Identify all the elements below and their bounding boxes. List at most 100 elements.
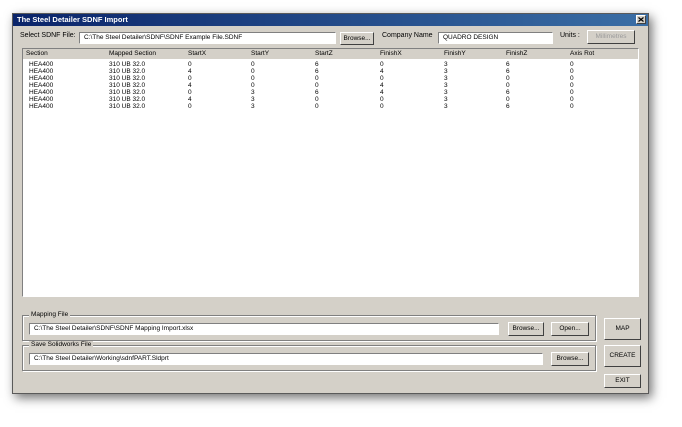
cell-axis-rot: 0 <box>570 75 574 82</box>
table-row[interactable]: HEA400 310 UB 32.0 4 3 0 0 3 0 0 <box>23 96 638 103</box>
table-row[interactable]: HEA400 310 UB 32.0 4 0 6 4 3 6 0 <box>23 68 638 75</box>
units-button[interactable]: Millimetres <box>587 30 635 44</box>
column-header[interactable]: FinishY <box>444 50 466 57</box>
table-row[interactable]: HEA400 310 UB 32.0 0 0 0 0 3 0 0 <box>23 75 638 82</box>
cell-section: HEA400 <box>29 89 54 96</box>
cell-start-z: 6 <box>315 68 319 75</box>
exit-button[interactable]: EXIT <box>604 374 641 388</box>
cell-section: HEA400 <box>29 61 54 68</box>
window-title: The Steel Detailer SDNF Import <box>17 15 128 24</box>
cell-mapped-section: 310 UB 32.0 <box>109 75 146 82</box>
cell-finish-x: 4 <box>380 89 384 96</box>
cell-finish-x: 4 <box>380 82 384 89</box>
mapping-open-button[interactable]: Open... <box>551 322 589 336</box>
column-header[interactable]: Axis Rot <box>570 50 594 57</box>
cell-finish-x: 0 <box>380 75 384 82</box>
cell-start-x: 0 <box>188 61 192 68</box>
column-header[interactable]: StartZ <box>315 50 333 57</box>
cell-start-x: 4 <box>188 68 192 75</box>
cell-start-z: 0 <box>315 103 319 110</box>
company-name-field[interactable]: QUADRO DESIGN <box>438 32 553 44</box>
cell-axis-rot: 0 <box>570 61 574 68</box>
cell-start-x: 0 <box>188 89 192 96</box>
cell-mapped-section: 310 UB 32.0 <box>109 68 146 75</box>
save-browse-button[interactable]: Browse... <box>551 352 589 366</box>
members-table[interactable]: Section Mapped Section StartX StartY Sta… <box>22 48 639 297</box>
column-header[interactable]: StartX <box>188 50 206 57</box>
table-row[interactable]: HEA400 310 UB 32.0 0 0 6 0 3 6 0 <box>23 61 638 68</box>
cell-finish-y: 3 <box>444 82 448 89</box>
cell-start-x: 0 <box>188 103 192 110</box>
cell-start-y: 3 <box>251 103 255 110</box>
cell-mapped-section: 310 UB 32.0 <box>109 61 146 68</box>
table-row[interactable]: HEA400 310 UB 32.0 0 3 0 0 3 6 0 <box>23 103 638 110</box>
table-row[interactable]: HEA400 310 UB 32.0 4 0 0 4 3 0 0 <box>23 82 638 89</box>
column-header[interactable]: Section <box>26 50 48 57</box>
cell-start-y: 3 <box>251 89 255 96</box>
cell-start-y: 0 <box>251 61 255 68</box>
mapping-file-legend: Mapping File <box>29 311 71 318</box>
column-header[interactable]: StartY <box>251 50 269 57</box>
save-file-field[interactable]: C:\The Steel Detailer\Working\sdnfPART.S… <box>29 353 543 365</box>
cell-mapped-section: 310 UB 32.0 <box>109 89 146 96</box>
cell-finish-z: 6 <box>506 103 510 110</box>
cell-start-y: 0 <box>251 75 255 82</box>
cell-finish-x: 0 <box>380 96 384 103</box>
cell-finish-y: 3 <box>444 96 448 103</box>
cell-axis-rot: 0 <box>570 82 574 89</box>
cell-start-x: 0 <box>188 75 192 82</box>
save-file-legend: Save Solidworks File <box>29 341 94 348</box>
table-row[interactable]: HEA400 310 UB 32.0 0 3 6 4 3 6 0 <box>23 89 638 96</box>
cell-finish-z: 0 <box>506 82 510 89</box>
cell-start-z: 0 <box>315 75 319 82</box>
cell-finish-z: 0 <box>506 75 510 82</box>
save-file-group: Save Solidworks File C:\The Steel Detail… <box>22 341 596 371</box>
cell-axis-rot: 0 <box>570 103 574 110</box>
cell-finish-y: 3 <box>444 75 448 82</box>
cell-finish-z: 6 <box>506 68 510 75</box>
map-button[interactable]: MAP <box>604 318 641 340</box>
cell-finish-y: 3 <box>444 68 448 75</box>
cell-section: HEA400 <box>29 103 54 110</box>
sdnf-file-field[interactable]: C:\The Steel Detailer\SDNF\SDNF Example … <box>79 32 336 44</box>
sdnf-browse-button[interactable]: Browse... <box>340 32 374 45</box>
cell-axis-rot: 0 <box>570 89 574 96</box>
cell-mapped-section: 310 UB 32.0 <box>109 82 146 89</box>
cell-finish-z: 0 <box>506 96 510 103</box>
cell-start-z: 0 <box>315 96 319 103</box>
column-header[interactable]: FinishZ <box>506 50 527 57</box>
column-header[interactable]: FinishX <box>380 50 402 57</box>
cell-start-x: 4 <box>188 96 192 103</box>
cell-finish-x: 0 <box>380 103 384 110</box>
cell-section: HEA400 <box>29 82 54 89</box>
cell-start-z: 6 <box>315 61 319 68</box>
sdnf-file-label: Select SDNF File: <box>20 32 76 39</box>
mapping-browse-button[interactable]: Browse... <box>508 322 544 336</box>
cell-section: HEA400 <box>29 96 54 103</box>
close-icon <box>638 17 644 22</box>
company-name-label: Company Name <box>382 32 433 39</box>
cell-finish-x: 4 <box>380 68 384 75</box>
cell-start-y: 3 <box>251 96 255 103</box>
mapping-file-field[interactable]: C:\The Steel Detailer\SDNF\SDNF Mapping … <box>29 323 499 335</box>
cell-finish-y: 3 <box>444 89 448 96</box>
close-button[interactable] <box>636 15 646 24</box>
cell-start-z: 6 <box>315 89 319 96</box>
units-label: Units : <box>560 32 580 39</box>
cell-axis-rot: 0 <box>570 68 574 75</box>
cell-section: HEA400 <box>29 68 54 75</box>
title-bar[interactable]: The Steel Detailer SDNF Import <box>13 14 648 26</box>
cell-finish-y: 3 <box>444 61 448 68</box>
create-button[interactable]: CREATE <box>604 345 641 367</box>
cell-axis-rot: 0 <box>570 96 574 103</box>
column-header[interactable]: Mapped Section <box>109 50 156 57</box>
cell-finish-z: 6 <box>506 61 510 68</box>
cell-finish-y: 3 <box>444 103 448 110</box>
cell-mapped-section: 310 UB 32.0 <box>109 96 146 103</box>
cell-mapped-section: 310 UB 32.0 <box>109 103 146 110</box>
cell-section: HEA400 <box>29 75 54 82</box>
cell-start-y: 0 <box>251 68 255 75</box>
cell-start-z: 0 <box>315 82 319 89</box>
cell-start-y: 0 <box>251 82 255 89</box>
mapping-file-group: Mapping File C:\The Steel Detailer\SDNF\… <box>22 311 596 341</box>
